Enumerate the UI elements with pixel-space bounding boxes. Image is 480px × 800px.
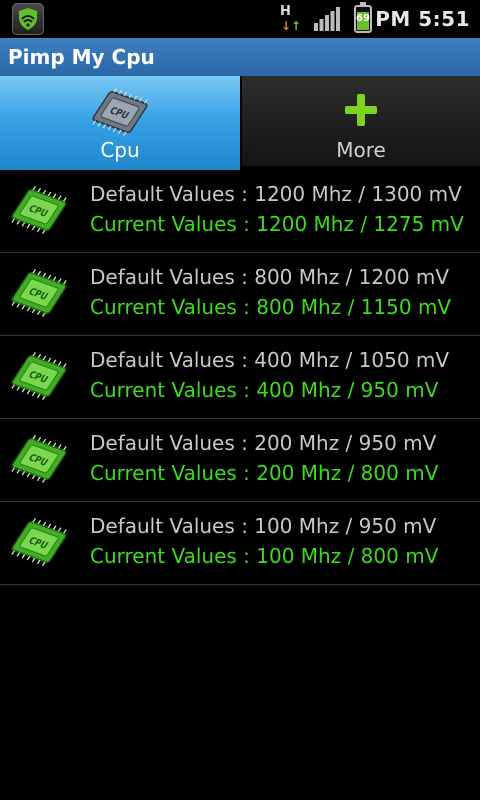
cpu-chip-icon [8,350,70,402]
tab-cpu-label: Cpu [100,138,140,162]
default-values: Default Values : 1200 Mhz / 1300 mV [90,182,462,206]
cpu-chip-icon [8,433,70,485]
screen: H ↓ ↑ 69 PM 5:51 Pimp My Cpu CPU Cpu Mor… [0,0,480,800]
current-values: Current Values : 800 Mhz / 1150 mV [90,295,452,319]
default-values: Default Values : 800 Mhz / 1200 mV [90,265,450,289]
current-values: Current Values : 1200 Mhz / 1275 mV [90,212,464,236]
current-values: Current Values : 200 Mhz / 800 mV [90,461,439,485]
status-bar: H ↓ ↑ 69 PM 5:51 [0,0,480,38]
plus-icon [345,94,377,126]
battery-icon: 69 [354,2,372,33]
current-values: Current Values : 100 Mhz / 800 mV [90,544,439,568]
tab-more-label: More [336,138,386,162]
list-item[interactable]: Default Values : 100 Mhz / 950 mV Curren… [0,502,480,585]
tab-bar: CPU Cpu More [0,76,480,170]
data-activity-icon: H ↓ ↑ [280,4,302,34]
list-item[interactable]: Default Values : 800 Mhz / 1200 mV Curre… [0,253,480,336]
battery-level: 69 [356,13,370,24]
default-values: Default Values : 100 Mhz / 950 mV [90,514,437,538]
current-values: Current Values : 400 Mhz / 950 mV [90,378,439,402]
list-item[interactable]: Default Values : 200 Mhz / 950 mV Curren… [0,419,480,502]
cpu-chip-icon [8,516,70,568]
title-bar: Pimp My Cpu [0,38,480,76]
cpu-chip-icon [8,184,70,236]
app-title: Pimp My Cpu [8,45,155,69]
frequency-list: Default Values : 1200 Mhz / 1300 mV Curr… [0,170,480,585]
tab-more[interactable]: More [240,76,480,170]
list-item[interactable]: Default Values : 400 Mhz / 1050 mV Curre… [0,336,480,419]
clock: PM 5:51 [375,7,470,31]
signal-bars-icon [314,7,340,31]
arrow-up-icon: ↓ [281,19,292,33]
shield-icon [12,3,44,35]
arrow-down-icon: ↑ [291,19,302,33]
tab-cpu[interactable]: CPU Cpu [0,76,240,170]
cpu-chip-icon [8,267,70,319]
list-item[interactable]: Default Values : 1200 Mhz / 1300 mV Curr… [0,170,480,253]
default-values: Default Values : 200 Mhz / 950 mV [90,431,437,455]
network-type-label: H [280,4,291,19]
cpu-chip-icon: CPU [92,88,148,136]
default-values: Default Values : 400 Mhz / 1050 mV [90,348,450,372]
